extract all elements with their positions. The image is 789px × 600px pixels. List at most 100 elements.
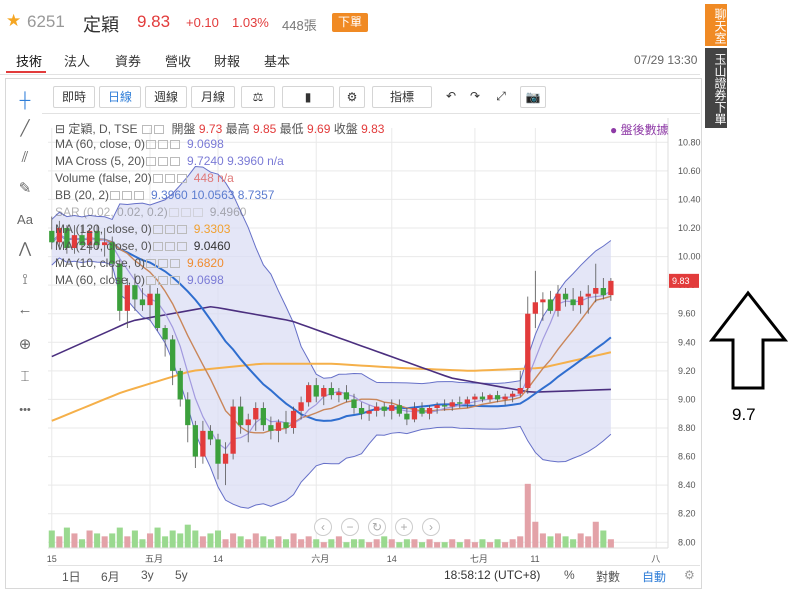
- candle-body: [502, 396, 508, 400]
- close-icon[interactable]: [134, 191, 145, 200]
- candle-body: [510, 393, 516, 397]
- volume-bar: [418, 542, 426, 548]
- volume-bar: [305, 536, 312, 548]
- gear-icon[interactable]: [158, 140, 169, 149]
- gear-icon[interactable]: [164, 225, 175, 234]
- gear-icon[interactable]: [164, 174, 175, 183]
- close-icon[interactable]: [170, 157, 181, 166]
- close-icon[interactable]: [170, 276, 181, 285]
- gear-icon[interactable]: [158, 157, 169, 166]
- scroll-left-icon[interactable]: ‹: [314, 518, 332, 536]
- eye-icon[interactable]: [152, 174, 163, 183]
- zoom-in-icon[interactable]: +: [395, 518, 413, 536]
- legend-row[interactable]: MA (120, close, 0) 9.3303: [55, 222, 230, 236]
- close-icon[interactable]: [176, 242, 187, 251]
- eye-icon[interactable]: [146, 276, 157, 285]
- zoom-out-icon[interactable]: −: [341, 518, 359, 536]
- eye-icon[interactable]: [168, 208, 179, 217]
- volume-bar: [139, 539, 146, 548]
- volume-bar: [192, 530, 199, 548]
- gear-icon[interactable]: [153, 125, 164, 134]
- close-icon[interactable]: [170, 259, 181, 268]
- volume-bar: [275, 536, 282, 548]
- volume-bar: [177, 533, 184, 548]
- legend-row[interactable]: MA (60, close, 0) 9.0698: [55, 137, 224, 151]
- x-tick-label: 14: [387, 554, 397, 564]
- candle-body: [147, 293, 153, 306]
- volume-bar: [78, 539, 86, 548]
- candle-body: [525, 313, 531, 388]
- eye-icon[interactable]: [146, 259, 157, 268]
- candle-body: [117, 263, 123, 311]
- candle-body: [570, 299, 576, 306]
- candle-body: [457, 402, 463, 404]
- volume-bar: [320, 542, 327, 548]
- legend-row[interactable]: MA (60, close, 0) 9.0698: [55, 273, 224, 287]
- volume-bar: [562, 536, 569, 548]
- y-tick-label: 9.40: [678, 337, 696, 347]
- reset-icon[interactable]: ↻: [368, 518, 386, 536]
- x-tick-label: 14: [213, 554, 223, 564]
- gear-icon[interactable]: [122, 191, 133, 200]
- candle-body: [479, 396, 486, 400]
- eye-icon[interactable]: [110, 191, 121, 200]
- candle-body: [283, 422, 289, 428]
- scroll-right-icon[interactable]: ›: [422, 518, 440, 536]
- close-icon[interactable]: [176, 225, 187, 234]
- candle-body: [472, 396, 478, 400]
- candle-body: [389, 405, 395, 411]
- gear-icon[interactable]: [158, 259, 169, 268]
- x-tick-label: 15: [47, 554, 57, 564]
- close-icon[interactable]: [170, 140, 181, 149]
- gear-icon[interactable]: [164, 242, 175, 251]
- legend-row[interactable]: Volume (false, 20) 448 n/a: [55, 171, 234, 185]
- close-icon[interactable]: [192, 208, 203, 217]
- price-chart[interactable]: 10.8010.6010.4010.2010.009.809.609.409.2…: [0, 0, 789, 600]
- close-icon[interactable]: [176, 174, 187, 183]
- range-5y[interactable]: 5y: [175, 568, 188, 582]
- legend-row[interactable]: MA (10, close, 0) 9.6820: [55, 256, 224, 270]
- y-tick-label: 8.40: [678, 480, 696, 490]
- legend-row[interactable]: MA Cross (5, 20) 9.7240 9.3960 n/a: [55, 154, 284, 168]
- gear-icon[interactable]: ⚙: [684, 568, 695, 582]
- eye-icon[interactable]: [152, 242, 163, 251]
- candle-body: [238, 406, 244, 426]
- gear-icon[interactable]: [158, 276, 169, 285]
- after-hours-toggle[interactable]: ● 盤後數據: [610, 121, 669, 138]
- legend-row[interactable]: MA (240, close, 0) 9.0460: [55, 239, 230, 253]
- range-6m[interactable]: 6月: [101, 568, 120, 585]
- candle-body: [464, 399, 470, 404]
- volume-bar: [350, 539, 358, 548]
- volume-bar: [237, 536, 244, 548]
- indicator-value: 9.0698: [187, 273, 224, 287]
- range-3y[interactable]: 3y: [141, 568, 154, 582]
- gear-icon[interactable]: [180, 208, 191, 217]
- eye-icon[interactable]: [146, 157, 157, 166]
- volume-bar: [184, 524, 191, 548]
- candle-body: [434, 405, 440, 408]
- legend-collapse-icon[interactable]: ⊟: [55, 122, 68, 136]
- volume-bar: [358, 539, 365, 548]
- candle-body: [585, 293, 591, 297]
- range-1d[interactable]: 1日: [62, 568, 81, 585]
- eye-icon[interactable]: [141, 125, 152, 134]
- volume-bar: [298, 539, 305, 548]
- candle-body: [162, 328, 168, 340]
- volume-bar: [600, 530, 607, 548]
- auto-scale-toggle[interactable]: 自動: [642, 568, 666, 585]
- legend-row[interactable]: BB (20, 2) 9.3960 10.0563 8.7357: [55, 188, 274, 202]
- candle-body: [124, 285, 130, 311]
- volume-bar: [214, 530, 222, 548]
- candle-body: [419, 408, 425, 414]
- y-tick-label: 8.00: [678, 537, 696, 547]
- annotation-label: 9.7: [732, 405, 756, 424]
- volume-bar: [335, 536, 342, 548]
- x-tick-label: 七月: [470, 554, 488, 564]
- log-toggle[interactable]: 對數: [596, 568, 620, 585]
- volume-bar: [245, 539, 252, 548]
- close-value: 9.83: [361, 122, 385, 136]
- percent-toggle[interactable]: %: [564, 568, 575, 582]
- legend-row[interactable]: SAR (0.02, 0.02, 0.2) 9.4960: [55, 205, 246, 219]
- eye-icon[interactable]: [146, 140, 157, 149]
- eye-icon[interactable]: [152, 225, 163, 234]
